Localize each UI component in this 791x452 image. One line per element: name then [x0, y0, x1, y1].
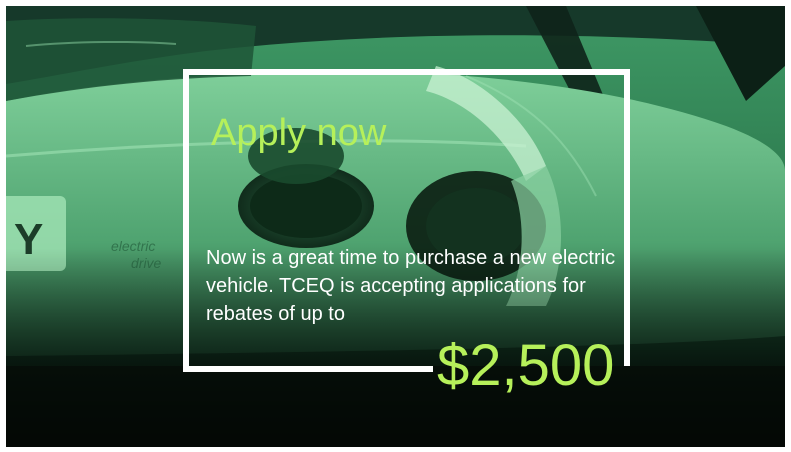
promo-slide: Y electric drive Apply now Now is a grea… [6, 6, 785, 447]
slide-headline: Apply now [211, 112, 387, 154]
rebate-amount: $2,500 [437, 333, 615, 398]
video-frame: Y electric drive Apply now Now is a grea… [0, 0, 791, 452]
frame-bottom-segment [183, 366, 433, 372]
slide-body-text: Now is a great time to purchase a new el… [206, 247, 616, 325]
